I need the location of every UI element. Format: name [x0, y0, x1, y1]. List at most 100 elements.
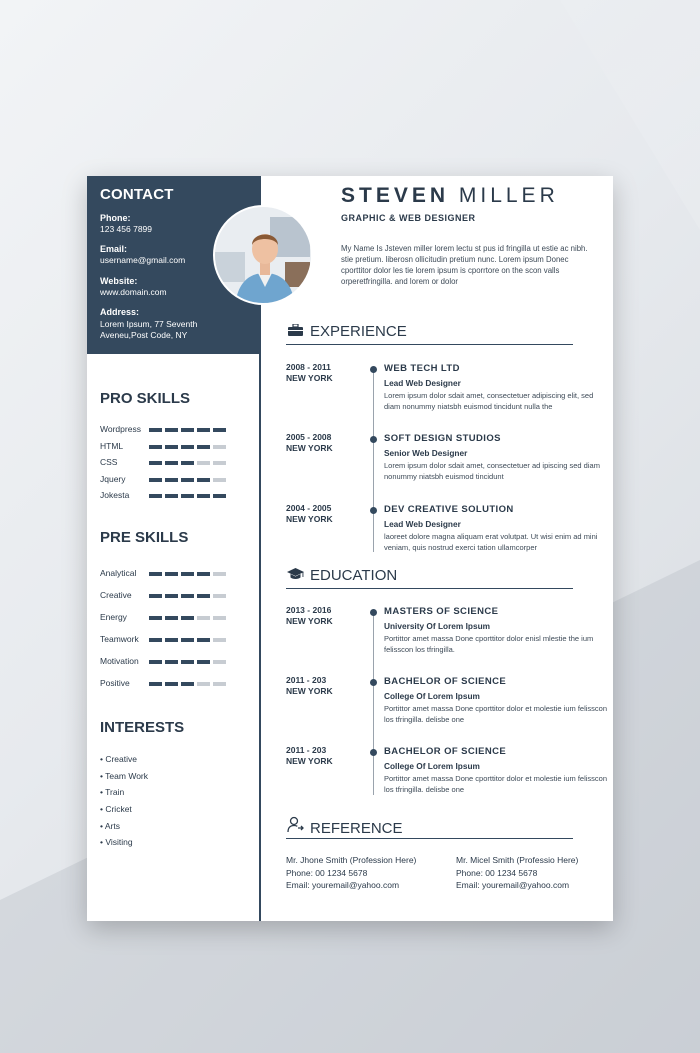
skill-name: Analytical — [100, 568, 137, 578]
briefcase-icon — [286, 323, 304, 339]
skill-segment-filled — [181, 660, 194, 664]
entry-years: 2008 - 2011 — [286, 362, 331, 372]
skill-segment-filled — [149, 494, 162, 498]
entry-dates: 2013 - 2016 NEW YORK — [286, 605, 333, 627]
address-value: Lorem Ipsum, 77 Seventh Aveneu,Post Code… — [100, 319, 198, 340]
contact-title: CONTACT — [100, 186, 174, 203]
skill-segment-filled — [213, 494, 226, 498]
skill-level-bar — [149, 638, 229, 656]
interest-item: • Visiting — [100, 837, 133, 847]
entry-years: 2013 - 2016 — [286, 605, 332, 615]
skill-segment-filled — [197, 638, 210, 642]
skill-segment-empty — [213, 616, 226, 620]
entry-description: Lorem ipsum dolor sdait amet, consectetu… — [384, 461, 600, 481]
reference-name: Mr. Jhone Smith (Profession Here) — [286, 855, 417, 865]
resume-sheet: CONTACT Phone: 123 456 7899 Email: usern… — [87, 176, 613, 921]
job-role: GRAPHIC & WEB DESIGNER — [341, 213, 476, 223]
intro-paragraph: My Name Is Jsteven miller lorem lectu st… — [341, 244, 588, 286]
skill-segment-filled — [165, 478, 178, 482]
skill-segment-filled — [165, 494, 178, 498]
skill-name: Wordpress — [100, 424, 141, 434]
reference-phone: Phone: 00 1234 5678 — [286, 867, 368, 878]
skill-segment-filled — [149, 616, 162, 620]
reference-rule — [286, 838, 573, 839]
entry-subtitle: Senior Web Designer — [384, 448, 468, 458]
entry-subtitle: University Of Lorem Ipsum — [384, 621, 491, 631]
skill-segment-empty — [197, 616, 210, 620]
timeline-dot — [370, 436, 377, 443]
interest-item: • Arts — [100, 821, 120, 831]
entry-subtitle: College Of Lorem Ipsum — [384, 691, 480, 701]
skill-row: Analytical — [100, 568, 250, 580]
skill-segment-filled — [149, 594, 162, 598]
skill-name: Teamwork — [100, 634, 139, 644]
education-rule — [286, 588, 573, 589]
entry-description: Lorem ipsum dolor sdait amet, consectetu… — [384, 391, 594, 411]
last-name: MILLER — [458, 184, 559, 207]
entry-subtitle: College Of Lorem Ipsum — [384, 761, 480, 771]
skill-level-bar — [149, 660, 229, 678]
pro-skills-title: PRO SKILLS — [100, 390, 191, 407]
skill-segment-filled — [181, 461, 194, 465]
interest-item: • Creative — [100, 754, 137, 764]
education-title: EDUCATION — [310, 567, 398, 584]
entry-dates: 2011 - 203 NEW YORK — [286, 675, 333, 697]
skill-row: Wordpress — [100, 424, 250, 436]
skill-row: HTML — [100, 441, 250, 453]
skill-segment-empty — [213, 572, 226, 576]
entry-title: SOFT DESIGN STUDIOS — [384, 433, 501, 444]
skill-segment-empty — [197, 461, 210, 465]
skill-segment-filled — [197, 478, 210, 482]
entry-description: Portittor amet massa Done cporttitor dol… — [384, 704, 608, 724]
website-label: Website: — [100, 276, 138, 286]
skill-row: CSS — [100, 457, 250, 469]
skill-segment-filled — [197, 572, 210, 576]
skill-name: Positive — [100, 678, 130, 688]
timeline-dot — [370, 749, 377, 756]
reference-heading: REFERENCE — [286, 816, 403, 837]
skill-name: Motivation — [100, 656, 139, 666]
entry-years: 2005 - 2008 — [286, 432, 332, 442]
skill-row: Jquery — [100, 474, 250, 486]
skill-segment-filled — [165, 682, 178, 686]
first-name: STEVEN — [341, 184, 450, 207]
entry-title: WEB TECH LTD — [384, 363, 460, 374]
skill-name: CSS — [100, 457, 118, 467]
skill-segment-filled — [149, 445, 162, 449]
skill-segment-empty — [213, 638, 226, 642]
skill-row: Motivation — [100, 656, 250, 668]
entry-description: Portittor amet massa Done cporttitor dol… — [384, 634, 594, 654]
skill-level-bar — [149, 494, 229, 512]
skill-segment-filled — [149, 478, 162, 482]
address-label: Address: — [100, 307, 140, 317]
experience-rule — [286, 344, 573, 345]
user-share-icon — [286, 816, 304, 836]
experience-title: EXPERIENCE — [310, 323, 407, 340]
skill-name: Energy — [100, 612, 127, 622]
entry-place: NEW YORK — [286, 514, 333, 524]
skill-segment-filled — [165, 445, 178, 449]
reference-email: Email: youremail@yahoo.com — [286, 880, 400, 890]
skill-segment-filled — [165, 461, 178, 465]
phone-label: Phone: — [100, 213, 131, 223]
skill-segment-filled — [149, 428, 162, 432]
skill-segment-filled — [149, 461, 162, 465]
timeline-dot — [370, 679, 377, 686]
timeline-dot — [370, 507, 377, 514]
reference-name: Mr. Micel Smith (Professio Here) — [456, 855, 579, 865]
entry-subtitle: Lead Web Designer — [384, 519, 461, 529]
entry-place: NEW YORK — [286, 686, 333, 696]
skill-segment-filled — [181, 445, 194, 449]
skill-segment-filled — [149, 682, 162, 686]
skill-name: HTML — [100, 441, 124, 451]
entry-title: BACHELOR OF SCIENCE — [384, 746, 507, 757]
skill-segment-empty — [213, 594, 226, 598]
skill-segment-filled — [181, 682, 194, 686]
skill-segment-filled — [165, 428, 178, 432]
skill-segment-empty — [197, 682, 210, 686]
skill-row: Positive — [100, 678, 250, 690]
email-label: Email: — [100, 244, 128, 254]
entry-place: NEW YORK — [286, 616, 333, 626]
skill-row: Jokesta — [100, 490, 250, 502]
skill-segment-filled — [181, 494, 194, 498]
